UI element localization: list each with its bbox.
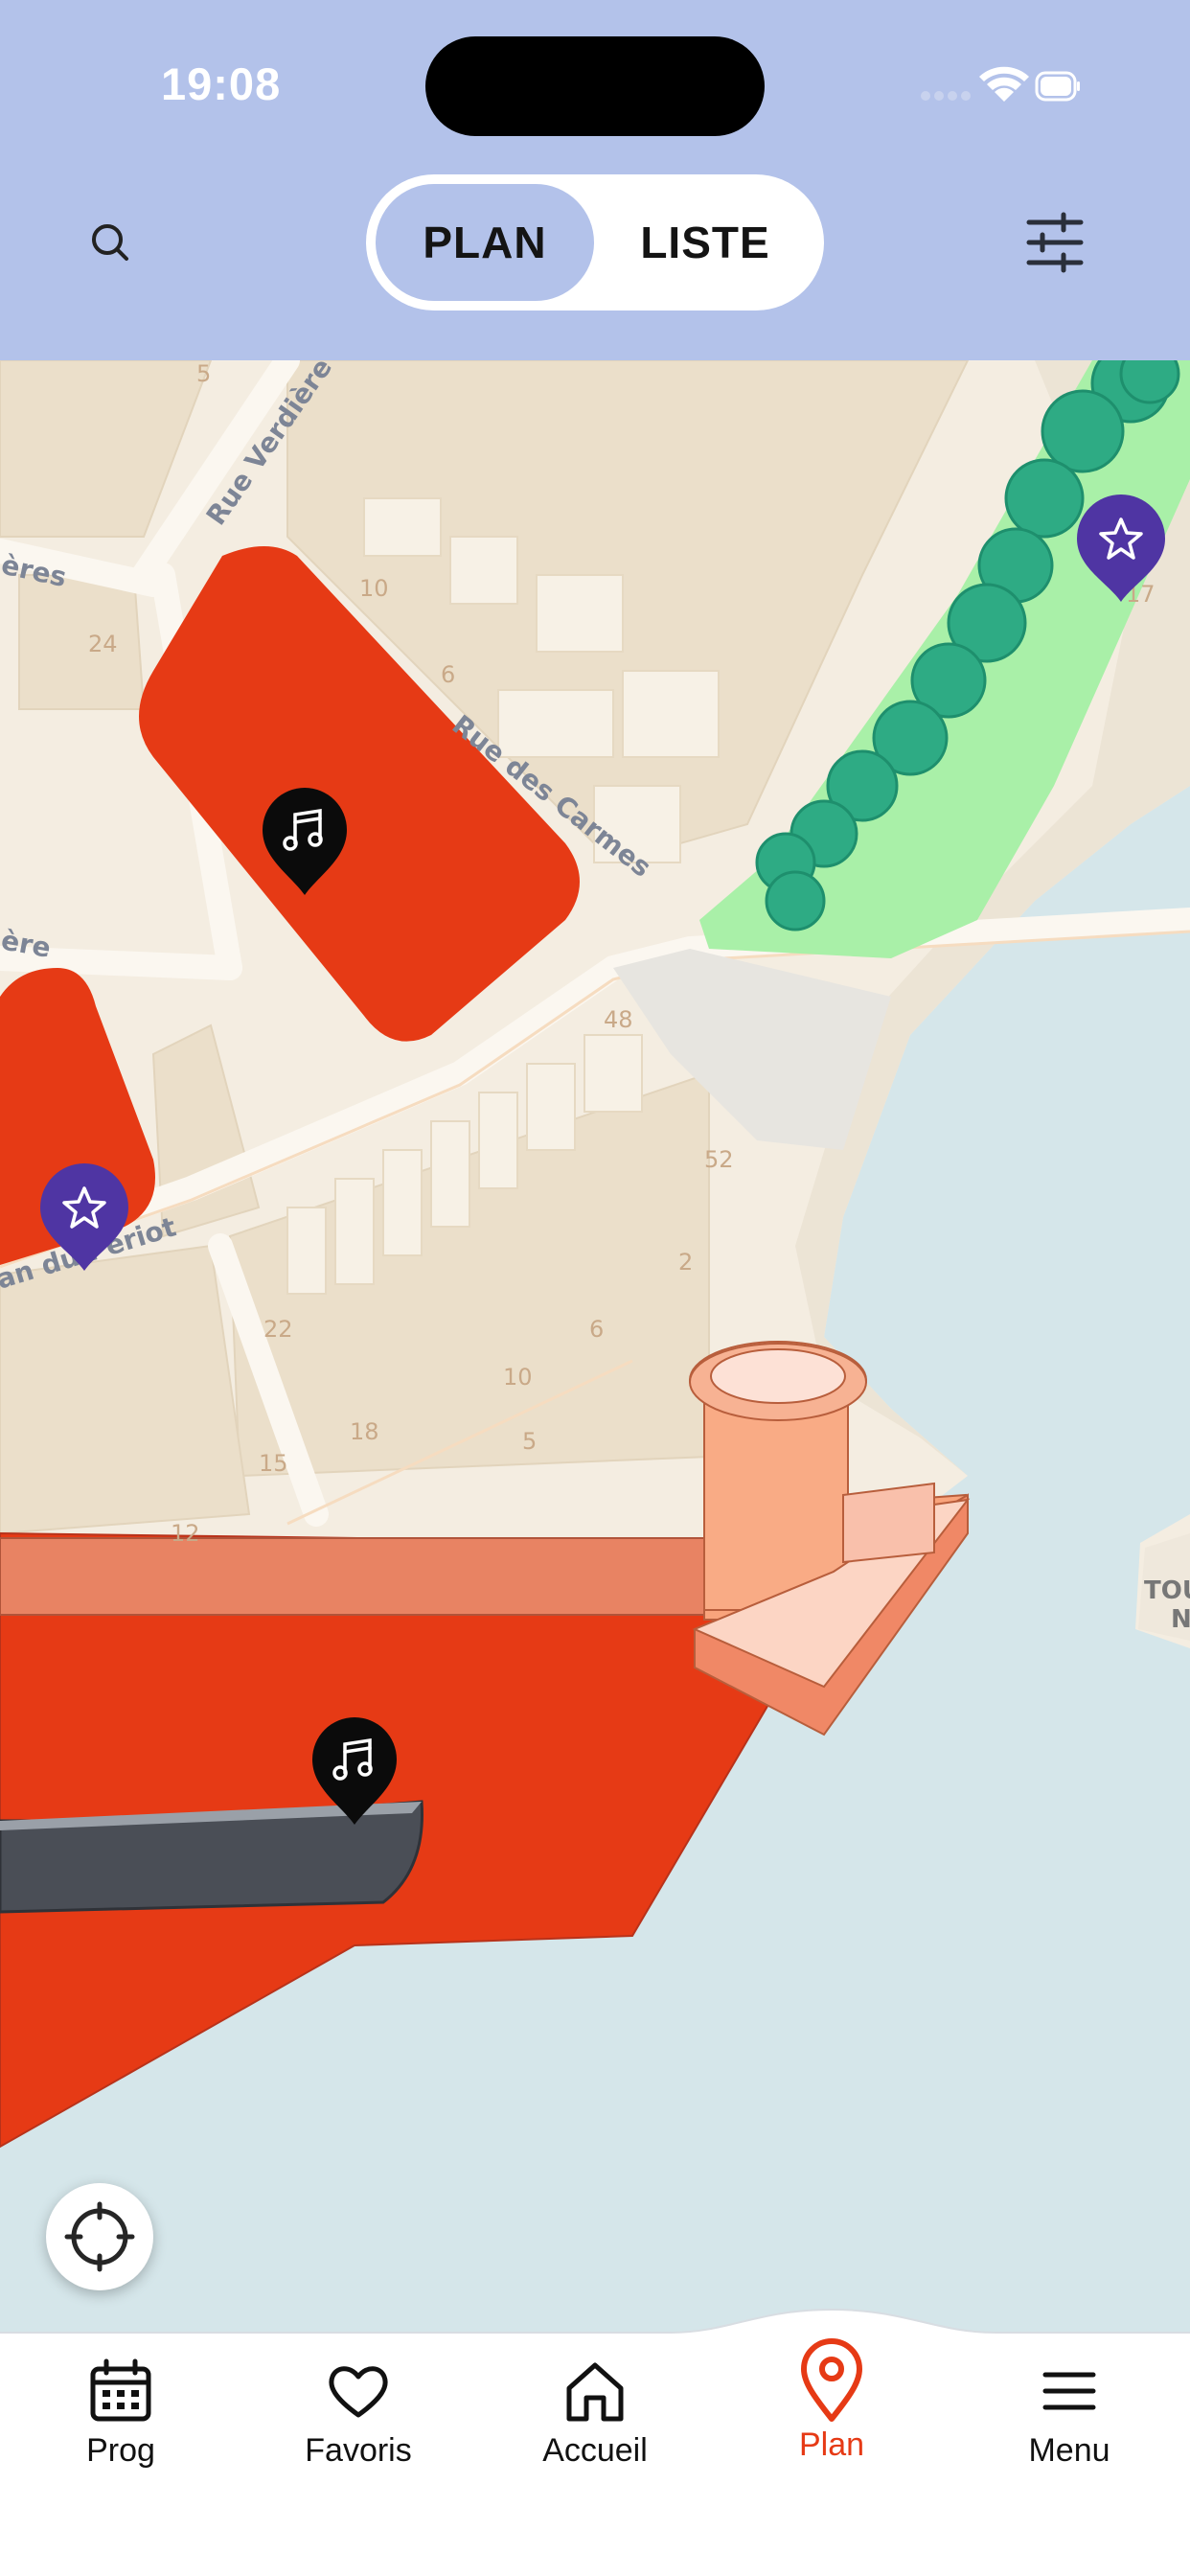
edge-label: N xyxy=(1171,1605,1190,1634)
street-number: 12 xyxy=(171,1520,200,1547)
map-view[interactable]: Rue Verdière Rue des Carmes ères ère an … xyxy=(0,360,1190,2334)
search-icon xyxy=(92,224,128,261)
tab-prog[interactable]: Prog xyxy=(25,2358,217,2470)
home-icon xyxy=(566,2362,624,2422)
wifi-icon xyxy=(979,66,1029,102)
tab-label: Menu xyxy=(1028,2432,1110,2469)
cellular-icon xyxy=(921,91,971,101)
street-number: 5 xyxy=(196,360,211,387)
street-number: 6 xyxy=(441,661,455,688)
street-number: 24 xyxy=(88,631,118,657)
crosshair-icon xyxy=(64,2201,135,2272)
top-header: 19:08 PLAN LISTE xyxy=(0,0,1190,360)
favorite-place-pin[interactable] xyxy=(38,1162,130,1277)
locate-me-button[interactable] xyxy=(46,2183,153,2290)
tab-plan-view[interactable]: PLAN xyxy=(376,184,594,301)
street-number: 18 xyxy=(350,1418,379,1445)
status-time: 19:08 xyxy=(161,58,282,109)
street-number: 10 xyxy=(503,1364,533,1391)
search-button[interactable] xyxy=(80,213,142,274)
tab-label: Accueil xyxy=(542,2432,648,2469)
street-number: 2 xyxy=(678,1249,693,1276)
music-stage-pin[interactable] xyxy=(309,1714,400,1833)
street-number: 22 xyxy=(263,1316,293,1343)
dynamic-island xyxy=(425,36,765,136)
street-number: 6 xyxy=(589,1316,604,1343)
favorite-place-pin[interactable] xyxy=(1075,493,1167,609)
heart-icon xyxy=(329,2366,388,2418)
calendar-icon xyxy=(90,2358,151,2422)
tab-menu[interactable]: Menu xyxy=(973,2358,1165,2470)
sliders-icon xyxy=(1026,212,1084,273)
tab-favoris[interactable]: Favoris xyxy=(263,2358,454,2470)
street-number: 5 xyxy=(522,1428,537,1455)
tab-liste-view[interactable]: LISTE xyxy=(596,184,814,301)
tab-label: Prog xyxy=(86,2432,155,2469)
battery-icon xyxy=(1035,71,1080,102)
status-icons xyxy=(918,63,1081,111)
tab-plan[interactable]: Plan xyxy=(736,2338,927,2464)
music-stage-pin[interactable] xyxy=(259,784,351,904)
street-number: 48 xyxy=(604,1006,633,1033)
tab-label: Plan xyxy=(798,2426,865,2463)
map-pin-icon xyxy=(801,2338,862,2422)
street-number: 52 xyxy=(704,1146,734,1173)
street-number: 15 xyxy=(259,1450,288,1477)
street-number: 10 xyxy=(359,575,389,602)
map-canvas[interactable]: Rue Verdière Rue des Carmes ères ère an … xyxy=(0,360,1190,2334)
menu-icon xyxy=(1042,2372,1096,2410)
filter-button[interactable] xyxy=(1021,209,1088,276)
edge-label: TOU xyxy=(1144,1576,1190,1605)
tab-label: Favoris xyxy=(305,2432,412,2469)
tab-accueil[interactable]: Accueil xyxy=(499,2358,691,2470)
view-toggle: PLAN LISTE xyxy=(366,174,824,310)
